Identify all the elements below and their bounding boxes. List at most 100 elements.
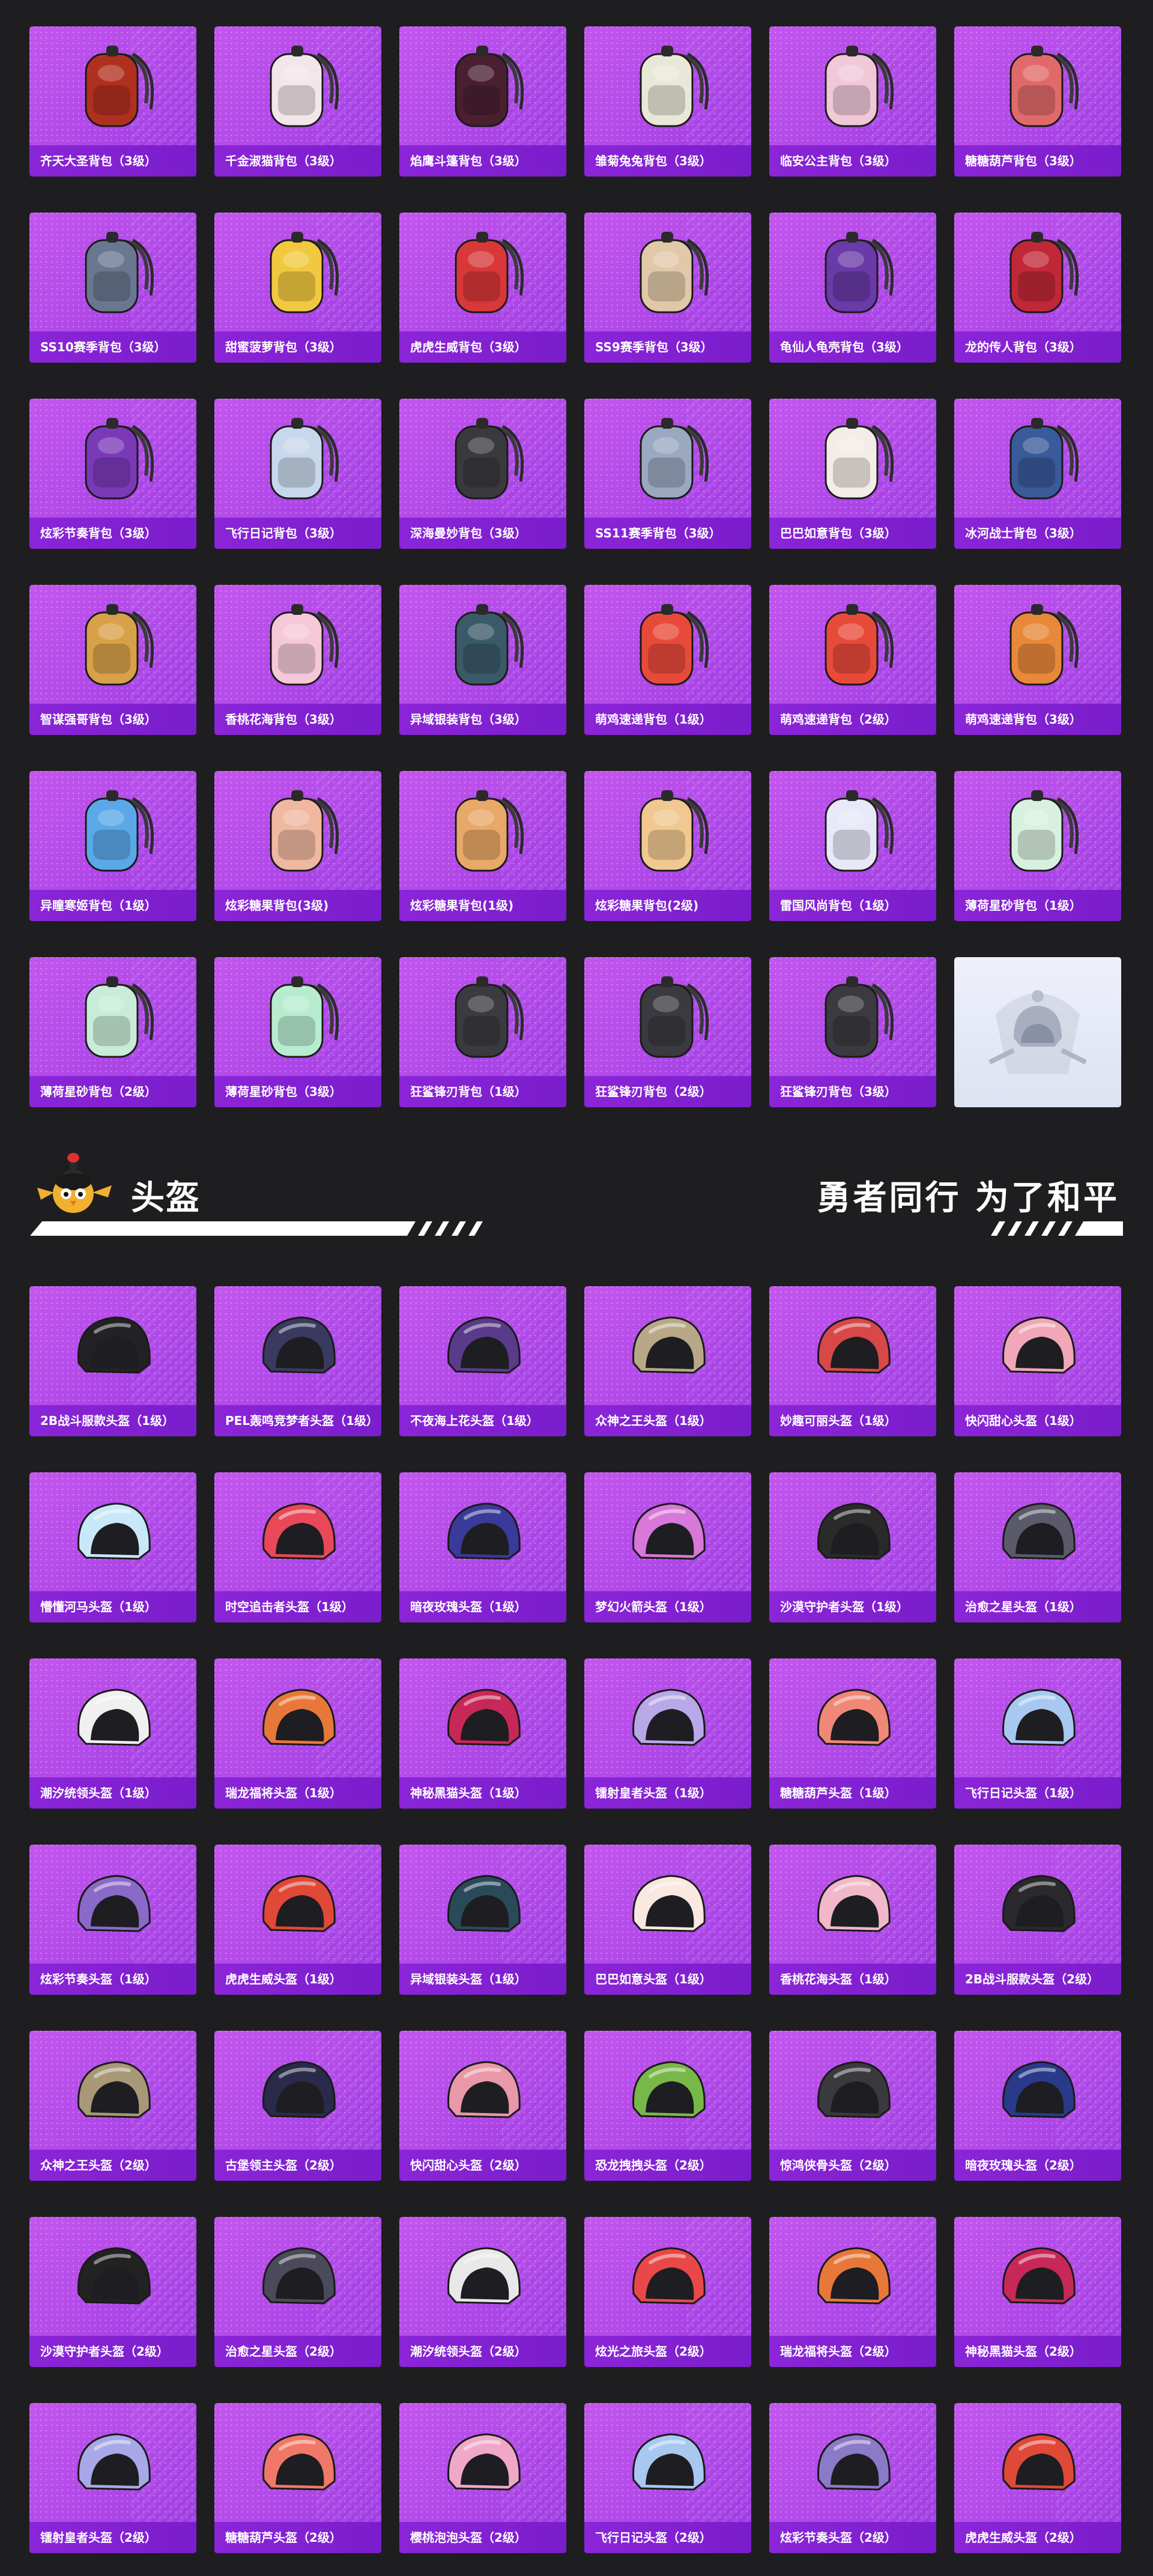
backpack-card[interactable]: 异瞳寒姬背包（1级） — [29, 771, 196, 921]
helmet-icon — [247, 1483, 349, 1585]
helmet-card[interactable]: 暗夜玫瑰头盔（2级） — [954, 2031, 1121, 2181]
helmet-card[interactable]: 虎虎生威头盔（2级） — [954, 2403, 1121, 2553]
backpack-card[interactable]: 香桃花海背包（3级） — [214, 585, 381, 735]
backpack-card[interactable]: 狂鲨锋刃背包（1级） — [399, 957, 566, 1107]
helmet-card[interactable]: 神秘黑猫头盔（2级） — [954, 2217, 1121, 2367]
backpack-card[interactable]: SS9赛季背包（3级） — [584, 213, 751, 363]
helmet-card[interactable]: 炫光之旅头盔（2级） — [584, 2217, 751, 2367]
helmet-label: 2B战斗服款头盔（2级） — [954, 1964, 1121, 1995]
helmet-card[interactable]: 潮汐统领头盔（1级） — [29, 1658, 196, 1809]
backpack-card[interactable]: 异域银装背包（3级） — [399, 585, 566, 735]
backpack-card[interactable]: 冰河战士背包（3级） — [954, 399, 1121, 549]
backpack-icon — [62, 410, 164, 512]
backpack-card[interactable]: 炫彩节奏背包（3级） — [29, 399, 196, 549]
backpack-card[interactable]: 千金淑猫背包（3级） — [214, 26, 381, 177]
helmet-card[interactable]: PEL轰鸣竞梦者头盔（1级） — [214, 1286, 381, 1436]
backpack-card[interactable]: 炫彩糖果背包(2级) — [584, 771, 751, 921]
helmet-label: 妙趣可丽头盔（1级） — [769, 1405, 936, 1436]
backpack-card[interactable]: 智谋强哥背包（3级） — [29, 585, 196, 735]
helmet-icon — [432, 2414, 534, 2516]
backpack-card[interactable]: 龟仙人龟壳背包（3级） — [769, 213, 936, 363]
helmet-card[interactable]: 梦幻火箭头盔（1级） — [584, 1472, 751, 1622]
backpack-label: 薄荷星砂背包（3级） — [214, 1076, 381, 1107]
backpack-card[interactable]: 萌鸡速递背包（1级） — [584, 585, 751, 735]
backpack-icon — [62, 596, 164, 698]
helmet-card[interactable]: 懵懂河马头盔（1级） — [29, 1472, 196, 1622]
backpack-card[interactable]: 糖糖葫芦背包（3级） — [954, 26, 1121, 177]
helmet-card[interactable]: 2B战斗服款头盔（2级） — [954, 1845, 1121, 1995]
backpack-label: 炫彩糖果背包(2级) — [584, 890, 751, 921]
helmet-icon — [432, 1669, 534, 1771]
backpack-card[interactable]: 炫彩糖果背包(1级) — [399, 771, 566, 921]
backpack-card[interactable]: 薄荷星砂背包（1级） — [954, 771, 1121, 921]
backpack-card[interactable]: 狂鲨锋刃背包（2级） — [584, 957, 751, 1107]
backpack-card[interactable]: 飞行日记背包（3级） — [214, 399, 381, 549]
helmet-card[interactable]: 快闪甜心头盔（2级） — [399, 2031, 566, 2181]
helmet-card[interactable]: 香桃花海头盔（1级） — [769, 1845, 936, 1995]
backpack-card[interactable]: 虎虎生威背包（3级） — [399, 213, 566, 363]
backpack-card[interactable]: 炫彩糖果背包(3级) — [214, 771, 381, 921]
helmet-card[interactable]: 沙漠守护者头盔（1级） — [769, 1472, 936, 1622]
backpack-card[interactable]: 齐天大圣背包（3级） — [29, 26, 196, 177]
helmet-card[interactable]: 暗夜玫瑰头盔（1级） — [399, 1472, 566, 1622]
helmet-card[interactable]: 镭射皇者头盔（2级） — [29, 2403, 196, 2553]
helmet-icon — [802, 2042, 904, 2144]
backpack-card[interactable]: 薄荷星砂背包（3级） — [214, 957, 381, 1107]
backpack-card[interactable]: 萌鸡速递背包（3级） — [954, 585, 1121, 735]
helmet-card[interactable]: 潮汐统领头盔（2级） — [399, 2217, 566, 2367]
helmet-card[interactable]: 沙漠守护者头盔（2级） — [29, 2217, 196, 2367]
backpack-card[interactable]: 焰鹰斗篷背包（3级） — [399, 26, 566, 177]
slogan-stripes-decoration — [991, 1221, 1123, 1236]
helmet-card[interactable]: 恐龙拽拽头盔（2级） — [584, 2031, 751, 2181]
helmet-card[interactable]: 众神之王头盔（2级） — [29, 2031, 196, 2181]
helmet-card[interactable]: 炫彩节奏头盔（2级） — [769, 2403, 936, 2553]
helmet-label: 众神之王头盔（1级） — [584, 1405, 751, 1436]
backpack-card[interactable]: 雏菊兔兔背包（3级） — [584, 26, 751, 177]
helmet-card[interactable]: 樱桃泡泡头盔（2级） — [399, 2403, 566, 2553]
helmet-card[interactable]: 2B战斗服款头盔（1级） — [29, 1286, 196, 1436]
backpack-card[interactable]: SS10赛季背包（3级） — [29, 213, 196, 363]
backpack-icon — [432, 410, 534, 512]
helmet-card[interactable]: 众神之王头盔（1级） — [584, 1286, 751, 1436]
helmet-card[interactable]: 治愈之星头盔（2级） — [214, 2217, 381, 2367]
backpack-card[interactable]: 甜蜜菠萝背包（3级） — [214, 213, 381, 363]
helmet-card[interactable]: 飞行日记头盔（1级） — [954, 1658, 1121, 1809]
helmet-icon — [987, 1483, 1089, 1585]
backpack-label: 薄荷星砂背包（1级） — [954, 890, 1121, 921]
helmet-card[interactable]: 糖糖葫芦头盔（1级） — [769, 1658, 936, 1809]
helmet-label: 糖糖葫芦头盔（1级） — [769, 1777, 936, 1809]
backpack-card[interactable]: SS11赛季背包（3级） — [584, 399, 751, 549]
helmet-icon — [617, 1297, 719, 1399]
helmet-card[interactable]: 古堡领主头盔（2级） — [214, 2031, 381, 2181]
backpack-card[interactable]: 龙的传人背包（3级） — [954, 213, 1121, 363]
helmet-card[interactable]: 异域银装头盔（1级） — [399, 1845, 566, 1995]
helmet-card[interactable]: 巴巴如意头盔（1级） — [584, 1845, 751, 1995]
helmet-card[interactable]: 虎虎生威头盔（1级） — [214, 1845, 381, 1995]
backpack-label: 异瞳寒姬背包（1级） — [29, 890, 196, 921]
helmet-card[interactable]: 炫彩节奏头盔（1级） — [29, 1845, 196, 1995]
helmet-card[interactable]: 快闪甜心头盔（1级） — [954, 1286, 1121, 1436]
backpack-card[interactable]: 狂鲨锋刃背包（3级） — [769, 957, 936, 1107]
helmet-card[interactable]: 不夜海上花头盔（1级） — [399, 1286, 566, 1436]
backpack-icon — [617, 37, 719, 139]
helmet-card[interactable]: 飞行日记头盔（2级） — [584, 2403, 751, 2553]
backpack-card[interactable]: 临安公主背包（3级） — [769, 26, 936, 177]
backpack-card[interactable]: 深海曼妙背包（3级） — [399, 399, 566, 549]
helmet-card[interactable]: 神秘黑猫头盔（1级） — [399, 1658, 566, 1809]
helmet-card[interactable]: 糖糖葫芦头盔（2级） — [214, 2403, 381, 2553]
backpack-label: 飞行日记背包（3级） — [214, 518, 381, 549]
helmet-card[interactable]: 瑞龙福将头盔（1级） — [214, 1658, 381, 1809]
backpack-card[interactable]: 雷国风尚背包（1级） — [769, 771, 936, 921]
backpack-label: 狂鲨锋刃背包（3级） — [769, 1076, 936, 1107]
helmet-icon — [802, 2228, 904, 2330]
helmet-card[interactable]: 镭射皇者头盔（1级） — [584, 1658, 751, 1809]
helmet-card[interactable]: 妙趣可丽头盔（1级） — [769, 1286, 936, 1436]
helmet-card[interactable]: 惊鸿侠骨头盔（2级） — [769, 2031, 936, 2181]
helmet-card[interactable]: 瑞龙福将头盔（2级） — [769, 2217, 936, 2367]
backpack-card[interactable]: 巴巴如意背包（3级） — [769, 399, 936, 549]
backpack-card[interactable]: 萌鸡速递背包（2级） — [769, 585, 936, 735]
helmet-card[interactable]: 治愈之星头盔（1级） — [954, 1472, 1121, 1622]
backpack-card[interactable]: 薄荷星砂背包（2级） — [29, 957, 196, 1107]
backpack-icon — [432, 596, 534, 698]
helmet-card[interactable]: 时空追击者头盔（1级） — [214, 1472, 381, 1622]
